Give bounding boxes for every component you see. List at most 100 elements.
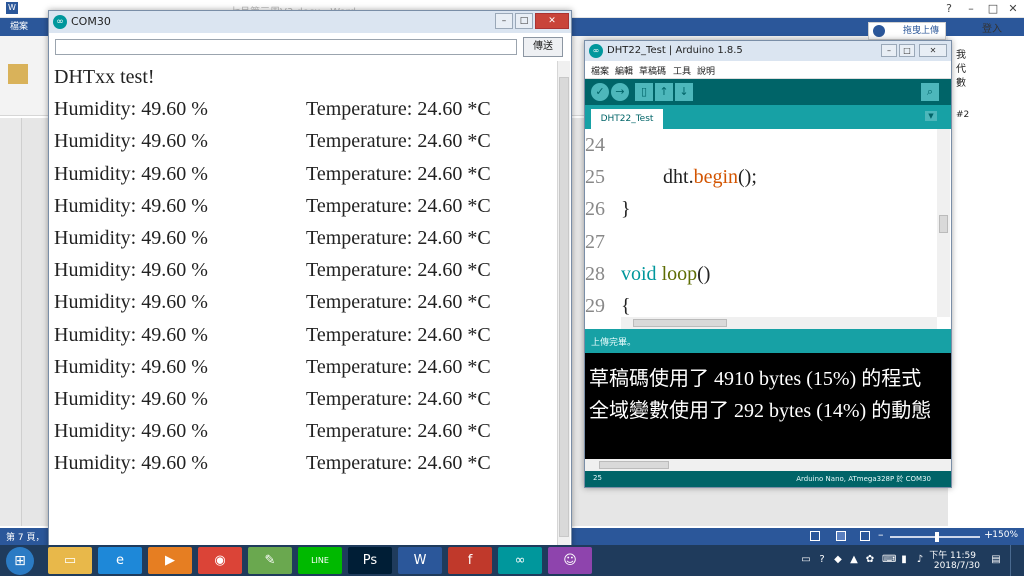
paste-icon[interactable] <box>8 64 28 84</box>
chrome-icon[interactable]: ◉ <box>198 547 242 574</box>
web-layout-icon[interactable] <box>860 531 870 541</box>
tray-shield-icon[interactable]: ◆ <box>832 554 844 566</box>
status-message-bar: 上傳完畢。 <box>585 329 951 353</box>
cat-icon[interactable]: ☺ <box>548 547 592 574</box>
tray-network-icon[interactable]: ▮ <box>898 554 910 566</box>
serial-monitor-title: COM30 <box>71 15 111 28</box>
arduino-minimize-button[interactable]: – <box>881 44 897 57</box>
arduino-titlebar[interactable]: ∞ DHT22_Test | Arduino 1.8.5 – □ ✕ <box>585 41 951 61</box>
serial-minimize-button[interactable]: – <box>495 13 513 29</box>
save-sketch-icon[interactable]: ↓ <box>675 83 693 101</box>
temperature-reading: Temperature: 24.60 *C <box>306 227 491 250</box>
word-upload-button[interactable]: 拖曳上傳 <box>868 22 946 40</box>
ie-icon[interactable]: e <box>98 547 142 574</box>
word-zoom-level: 150% <box>992 530 1018 540</box>
serial-send-button[interactable]: 傳送 <box>523 37 563 57</box>
console-line: 草稿碼使用了 4910 bytes (15%) 的程式 <box>589 368 922 390</box>
arduino-ide-window: ∞ DHT22_Test | Arduino 1.8.5 – □ ✕ 檔案 編輯… <box>584 40 952 488</box>
menu-file[interactable]: 檔案 <box>591 64 609 77</box>
board-info: Arduino Nano, ATmega328P 於 COM30 <box>796 475 931 483</box>
serial-line: Humidity: 49.60 % Temperature: 24.60 *C <box>54 383 557 415</box>
serial-scrollbar[interactable] <box>557 61 570 545</box>
temperature-reading: Temperature: 24.60 *C <box>306 323 491 346</box>
console-line: 全域變數使用了 292 bytes (14%) 的動態 <box>589 400 932 422</box>
line-number: 27 <box>585 230 605 253</box>
word-help-icon[interactable]: ? <box>938 1 960 17</box>
console-horizontal-scrollbar[interactable] <box>585 459 951 471</box>
humidity-reading: Humidity: 49.60 % <box>54 194 208 217</box>
humidity-reading: Humidity: 49.60 % <box>54 323 208 346</box>
tray-volume-icon[interactable]: ♪ <box>914 554 926 566</box>
serial-close-button[interactable]: ✕ <box>535 13 569 29</box>
word-right-pane: 我 代 數 #2 <box>948 36 1024 526</box>
serial-line: Humidity: 49.60 % Temperature: 24.60 *C <box>54 415 557 447</box>
media-player-icon[interactable]: ▶ <box>148 547 192 574</box>
word-icon[interactable]: W <box>398 547 442 574</box>
editor-vertical-scroll-thumb[interactable] <box>939 215 948 233</box>
arduino-close-button[interactable]: ✕ <box>919 44 947 57</box>
tray-arrow-icon[interactable]: ▲ <box>848 554 860 566</box>
arduino-icon[interactable]: ∞ <box>498 547 542 574</box>
serial-line: Humidity: 49.60 % Temperature: 24.60 *C <box>54 190 557 222</box>
arduino-restore-button[interactable]: □ <box>899 44 915 57</box>
serial-restore-button[interactable]: □ <box>515 13 533 29</box>
notepad-icon[interactable]: ✎ <box>248 547 292 574</box>
zoom-slider-handle[interactable] <box>935 532 939 542</box>
tray-clock-time[interactable]: 下午 11:59 <box>929 548 976 561</box>
word-restore-button[interactable]: □ <box>982 1 1004 17</box>
word-close-button[interactable]: ✕ <box>1002 1 1024 17</box>
code-line: void loop() <box>621 258 937 290</box>
editor-horizontal-scroll-thumb[interactable] <box>633 319 727 327</box>
tray-clock-date[interactable]: 2018/7/30 <box>934 561 980 571</box>
print-layout-icon[interactable] <box>836 531 846 541</box>
word-minimize-button[interactable]: – <box>960 1 982 17</box>
arduino-tab-bar: DHT22_Test ▼ <box>585 105 951 129</box>
serial-line: Humidity: 49.60 % Temperature: 24.60 *C <box>54 286 557 318</box>
serial-monitor-icon[interactable]: ⌕ <box>921 83 939 101</box>
verify-icon[interactable]: ✓ <box>591 83 609 101</box>
folder-icon[interactable]: ▭ <box>48 547 92 574</box>
code-lines: dht.begin(); } void loop() { <box>621 129 937 317</box>
open-sketch-icon[interactable]: ↑ <box>655 83 673 101</box>
humidity-reading: Humidity: 49.60 % <box>54 162 208 185</box>
menu-edit[interactable]: 編輯 <box>615 64 633 77</box>
upload-icon[interactable]: → <box>611 83 629 101</box>
serial-scrollbar-thumb[interactable] <box>559 77 569 537</box>
zoom-out-icon[interactable]: – <box>878 528 884 541</box>
editor-vertical-scrollbar[interactable] <box>937 129 950 317</box>
tray-monitor-icon[interactable]: ▭ <box>800 554 812 566</box>
code-editor[interactable]: 24 25 26 27 28 29 dht.begin(); } void lo… <box>585 129 937 317</box>
console-horizontal-scroll-thumb[interactable] <box>599 461 669 469</box>
line-icon[interactable]: LINE <box>298 547 342 574</box>
tray-app-icon[interactable]: ✿ <box>864 554 876 566</box>
read-mode-icon[interactable] <box>810 531 820 541</box>
menu-tools[interactable]: 工具 <box>673 64 691 77</box>
start-button[interactable]: ⊞ <box>6 547 34 575</box>
word-login-link[interactable]: 登入 <box>982 20 1002 35</box>
tray-keyboard-icon[interactable]: ⌨ <box>882 554 896 566</box>
temperature-reading: Temperature: 24.60 *C <box>306 291 491 314</box>
serial-header-text: DHTxx test! <box>54 66 155 88</box>
menu-help[interactable]: 說明 <box>697 64 715 77</box>
tab-dht22-test[interactable]: DHT22_Test <box>591 109 663 129</box>
serial-monitor-window: ∞ COM30 – □ ✕ 傳送 DHTxx test! Humidity: 4… <box>48 10 572 550</box>
line-number: 28 <box>585 262 605 285</box>
word-page-info: 第 7 頁， <box>6 533 45 543</box>
tray-notification-icon[interactable]: ▤ <box>990 554 1002 566</box>
photoshop-icon[interactable]: Ps <box>348 547 392 574</box>
menu-sketch[interactable]: 草稿碼 <box>639 64 666 77</box>
serial-send-input[interactable] <box>55 39 517 55</box>
flash-icon[interactable]: f <box>448 547 492 574</box>
code-object: dht <box>663 166 689 189</box>
arduino-footer: 25 Arduino Nano, ATmega328P 於 COM30 <box>585 471 951 487</box>
editor-horizontal-scrollbar[interactable] <box>621 317 937 329</box>
word-file-tab[interactable]: 檔案 <box>4 20 34 34</box>
tab-menu-chevron-down-icon[interactable]: ▼ <box>925 111 937 121</box>
new-sketch-icon[interactable]: ▯ <box>635 83 653 101</box>
word-upload-label: 拖曳上傳 <box>902 26 939 36</box>
serial-monitor-titlebar[interactable]: ∞ COM30 – □ ✕ <box>49 11 571 33</box>
line-number: 24 <box>585 134 605 156</box>
code-punct: (); <box>738 166 757 189</box>
tray-help-icon[interactable]: ? <box>816 554 828 566</box>
show-desktop-button[interactable] <box>1010 545 1024 576</box>
